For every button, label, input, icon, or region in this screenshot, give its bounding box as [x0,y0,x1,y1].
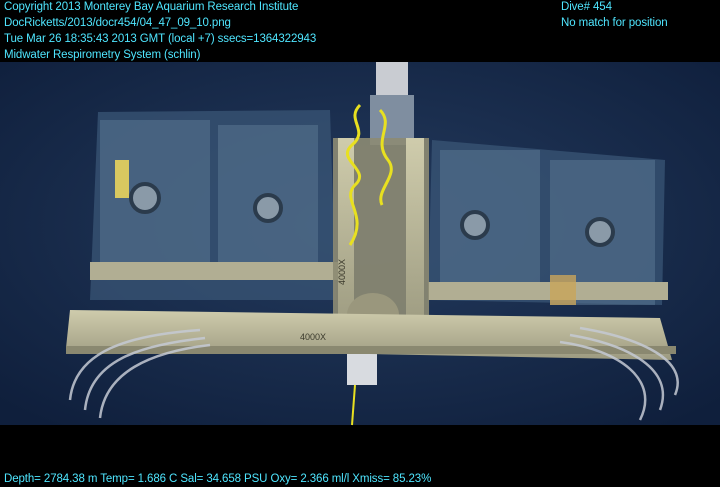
dive-number: Dive# 454 [561,1,612,13]
position-status: No match for position [561,17,668,29]
sensor-readout: Depth= 2784.38 m Temp= 1.686 C Sal= 34.6… [4,473,432,485]
left-chamber-block [90,110,340,300]
tray-label: 4000X [300,332,326,342]
column-label: 4000X [337,259,347,285]
filename-line: DocRicketts/2013/docr454/04_47_09_10.png [4,17,231,29]
timestamp-line: Tue Mar 26 18:35:43 2013 GMT (local +7) … [4,33,317,45]
right-chamber-block [428,140,668,305]
system-line: Midwater Respirometry System (schlin) [4,49,201,61]
copyright-line: Copyright 2013 Monterey Bay Aquarium Res… [4,1,299,13]
underwater-scene: 4000X 4000X [0,0,720,486]
